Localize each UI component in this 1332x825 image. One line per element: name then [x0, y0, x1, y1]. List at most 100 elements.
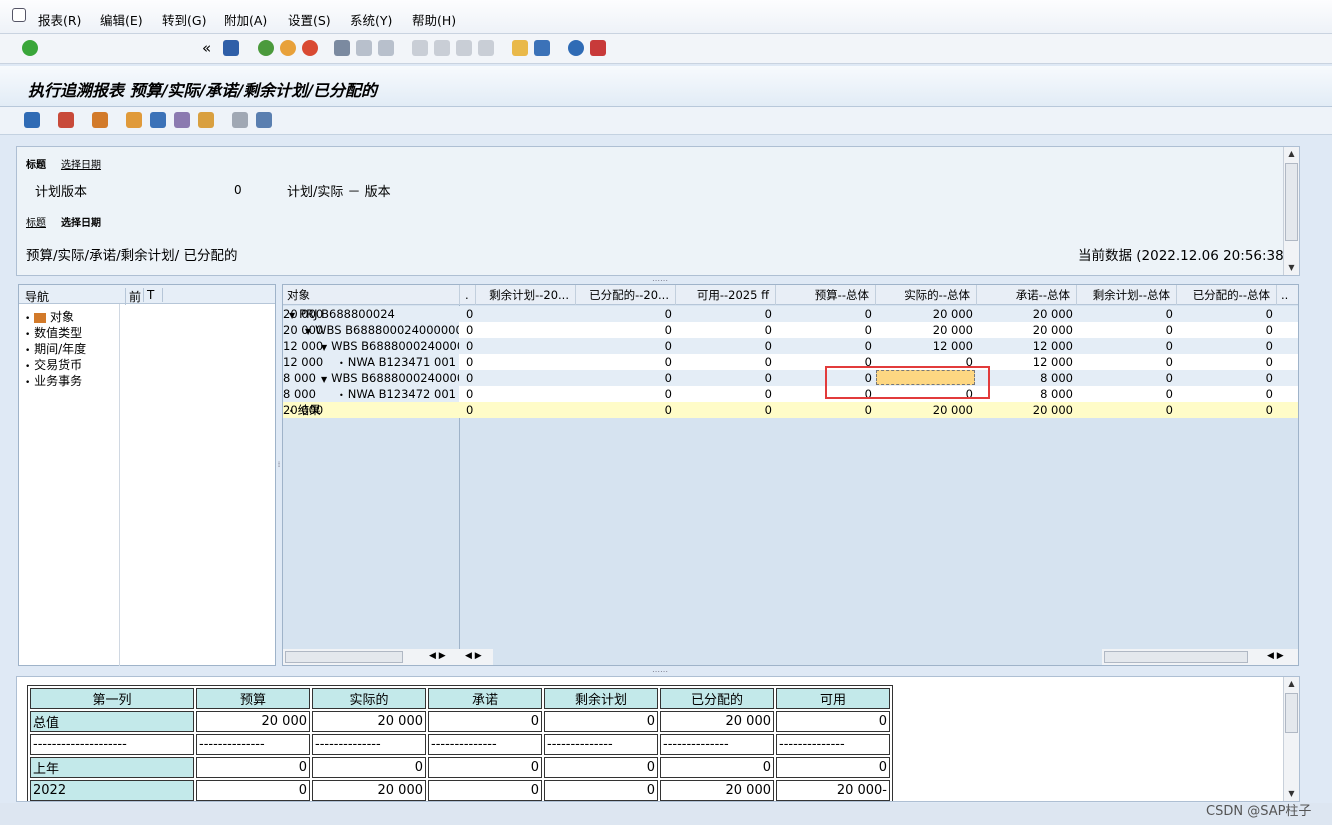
header-scrollbar[interactable]: ▲ ▼ — [1283, 147, 1299, 275]
cell-value[interactable]: 0 — [576, 322, 676, 338]
bullet-icon[interactable]: • — [339, 391, 344, 400]
nav-col-prev[interactable]: 前 — [125, 288, 141, 305]
cell-value[interactable]: 0 — [1177, 386, 1277, 402]
cell-value[interactable]: 0 — [676, 386, 776, 402]
menu-report[interactable]: 报表(R) — [38, 10, 81, 29]
nav-item-business-transaction[interactable]: • 业务事务 — [25, 372, 82, 389]
menu-icon[interactable] — [12, 8, 26, 22]
column-header-available-2025[interactable]: 可用--2025 ff — [676, 285, 776, 305]
cell-value[interactable]: 0 — [576, 306, 676, 322]
scroll-thumb[interactable] — [1104, 651, 1248, 663]
shortcut-icon[interactable] — [534, 40, 550, 56]
prev-page-icon[interactable] — [434, 40, 450, 56]
cell-value[interactable]: 20 000 — [876, 402, 977, 418]
column-header-remaining-plan-20[interactable]: 剩余计划--20... — [476, 285, 576, 305]
cell-value[interactable]: 20 000 — [977, 306, 1077, 322]
cell-value[interactable]: 0 — [776, 306, 876, 322]
last-page-icon[interactable] — [478, 40, 494, 56]
scroll-down-icon[interactable]: ▼ — [1284, 787, 1299, 801]
scroll-arrows-icon[interactable]: ◀ ▶ — [1267, 651, 1284, 661]
cancel-icon[interactable] — [302, 40, 318, 56]
note-icon[interactable] — [256, 112, 272, 128]
cell-value[interactable]: 0 — [1177, 402, 1277, 418]
cell-value[interactable]: 0 — [576, 402, 676, 418]
cell-value[interactable]: 0 — [1077, 370, 1177, 386]
menu-goto[interactable]: 转到(G) — [162, 10, 206, 29]
save-icon[interactable] — [223, 40, 239, 56]
tab-selection-date[interactable]: 选择日期 — [61, 156, 101, 171]
bottom-scrollbar[interactable]: ▲ ▼ — [1283, 677, 1299, 801]
nav-col-t[interactable]: T — [143, 288, 164, 302]
cell-value[interactable]: 0 — [576, 354, 676, 370]
cell-value[interactable]: 12 000 — [977, 354, 1077, 370]
first-page-icon[interactable] — [412, 40, 428, 56]
menu-edit[interactable]: 编辑(E) — [100, 10, 143, 29]
tab-title-2[interactable]: 标题 — [26, 214, 46, 229]
cell-value[interactable]: 8 000 — [283, 386, 320, 402]
table-row[interactable]: ▼ WBS B6888000240000 0 0 0 0 12 000 12 000 0 0 12 … — [283, 338, 1298, 354]
menu-system[interactable]: 系统(Y) — [350, 10, 392, 29]
cell-value[interactable]: 0 — [676, 402, 776, 418]
sort-icon[interactable] — [198, 112, 214, 128]
edit-icon[interactable] — [174, 112, 190, 128]
nav-item-period-year[interactable]: • 期间/年度 — [25, 340, 86, 357]
menu-extras[interactable]: 附加(A) — [224, 10, 267, 29]
cell-value[interactable]: 20 000 — [283, 306, 327, 322]
scroll-up-icon[interactable]: ▲ — [1284, 147, 1299, 161]
cell-value[interactable]: 0 — [1177, 306, 1277, 322]
info-icon[interactable] — [24, 112, 40, 128]
grid-hscroll-right[interactable]: ◀ ▶ — [1102, 649, 1298, 665]
scroll-right-icon[interactable]: ◀ ▶ — [465, 651, 482, 661]
bullet-icon[interactable]: • — [339, 359, 344, 368]
cell-value[interactable]: 20 000 — [283, 402, 327, 418]
tab-title[interactable]: 标题 — [26, 156, 46, 171]
cell-value[interactable]: 0 — [776, 402, 876, 418]
preview-icon[interactable] — [232, 112, 248, 128]
column-header-object[interactable]: 对象 — [283, 285, 460, 305]
column-header-actual-total[interactable]: 实际的--总体 — [876, 285, 977, 305]
cell-value[interactable]: 0 — [676, 370, 776, 386]
table-row[interactable]: • 结果 0 0 0 0 20 000 20 000 0 0 20 000 — [283, 402, 1298, 418]
enter-check-icon[interactable] — [22, 40, 38, 56]
table-row[interactable]: ▼WBS B688800024000000008 0008 000008 000 — [283, 370, 1298, 386]
column-header-remaining-plan-total[interactable]: 剩余计划--总体 — [1077, 285, 1177, 305]
menu-help[interactable]: 帮助(H) — [412, 10, 456, 29]
table-row[interactable]: • NWA B123472 001 0 0 0 0 0 8 000 0 0 8 000 — [283, 386, 1298, 402]
find-icon[interactable] — [356, 40, 372, 56]
drilldown-icon[interactable] — [126, 112, 142, 128]
nav-item-value-type[interactable]: • 数值类型 — [25, 324, 82, 341]
cell-value[interactable]: 0 — [676, 338, 776, 354]
cell-value[interactable]: 0 — [1077, 402, 1177, 418]
collapse-chevron-icon[interactable]: « — [202, 39, 211, 57]
scroll-down-icon[interactable]: ▼ — [1284, 261, 1299, 275]
cell-value[interactable]: 8 000 — [283, 370, 320, 386]
cell-value[interactable]: 8 000 — [977, 386, 1077, 402]
cell-value[interactable]: 20 000 — [977, 402, 1077, 418]
find-next-icon[interactable] — [378, 40, 394, 56]
cell-value[interactable]: 0 — [776, 322, 876, 338]
column-header-assigned-20[interactable]: 已分配的--20... — [576, 285, 676, 305]
next-page-icon[interactable] — [456, 40, 472, 56]
cell-value[interactable]: 0 — [1177, 370, 1277, 386]
column-header-commitment-total[interactable]: 承诺--总体 — [977, 285, 1077, 305]
cell-value[interactable]: 0 — [1177, 322, 1277, 338]
scroll-up-icon[interactable]: ▲ — [1284, 677, 1299, 691]
expand-arrow-icon[interactable]: ▼ — [321, 375, 327, 384]
table-row[interactable]: ▼ WBS B688800024000000 0 0 0 0 20 000 20 000 0 0 2… — [283, 322, 1298, 338]
print-icon[interactable] — [334, 40, 350, 56]
cell-value[interactable]: 20 000 — [977, 322, 1077, 338]
hierarchy-icon[interactable] — [92, 112, 108, 128]
cell-value[interactable]: 0 — [576, 338, 676, 354]
scroll-thumb[interactable] — [1285, 163, 1298, 241]
cell-value[interactable]: 8 000 — [977, 370, 1077, 386]
cell-value[interactable]: 0 — [676, 306, 776, 322]
cell-value[interactable]: 20 000 — [283, 322, 327, 338]
switch-icon[interactable] — [150, 112, 166, 128]
cell-value[interactable]: 0 — [1077, 338, 1177, 354]
column-header-assigned-total[interactable]: 已分配的--总体 — [1177, 285, 1277, 305]
column-header-dot[interactable]: . — [460, 285, 476, 305]
new-session-icon[interactable] — [512, 40, 528, 56]
table-row[interactable]: • NWA B123471 001 0 0 0 0 0 12 000 0 0 12 000 — [283, 354, 1298, 370]
scroll-thumb[interactable] — [285, 651, 403, 663]
layout-icon[interactable] — [590, 40, 606, 56]
